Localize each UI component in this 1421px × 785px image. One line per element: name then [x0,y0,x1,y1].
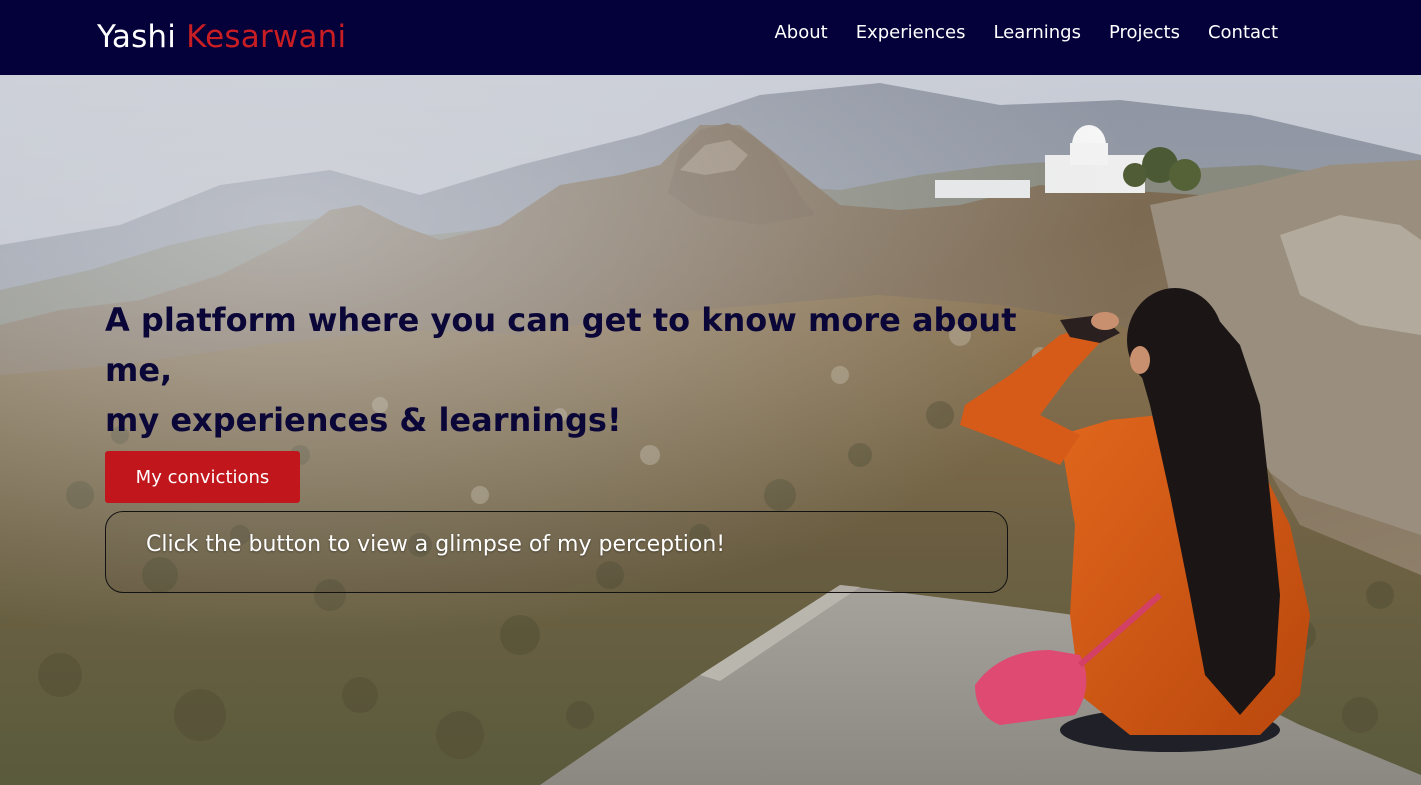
glimpse-panel: Click the button to view a glimpse of my… [105,511,1008,593]
brand-first-name: Yashi [97,19,177,55]
hero-headline: A platform where you can get to know mor… [105,295,1065,445]
glimpse-text: Click the button to view a glimpse of my… [146,532,726,557]
nav-experiences[interactable]: Experiences [856,20,966,46]
nav-projects[interactable]: Projects [1109,20,1180,46]
nav-contact[interactable]: Contact [1208,20,1278,46]
hero-section: A platform where you can get to know mor… [0,75,1421,785]
brand-last-name: Kesarwani [186,19,347,55]
my-convictions-button[interactable]: My convictions [105,451,300,503]
hero-headline-line-2: my experiences & learnings! [105,401,622,439]
nav-about[interactable]: About [774,20,827,46]
site-brand[interactable]: Yashi Kesarwani [97,17,346,57]
hero-headline-line-1: A platform where you can get to know mor… [105,301,1017,389]
nav-links: About Experiences Learnings Projects Con… [774,19,1278,47]
top-navbar: Yashi Kesarwani About Experiences Learni… [0,0,1421,75]
nav-learnings[interactable]: Learnings [993,20,1081,46]
page: Yashi Kesarwani About Experiences Learni… [0,0,1421,785]
